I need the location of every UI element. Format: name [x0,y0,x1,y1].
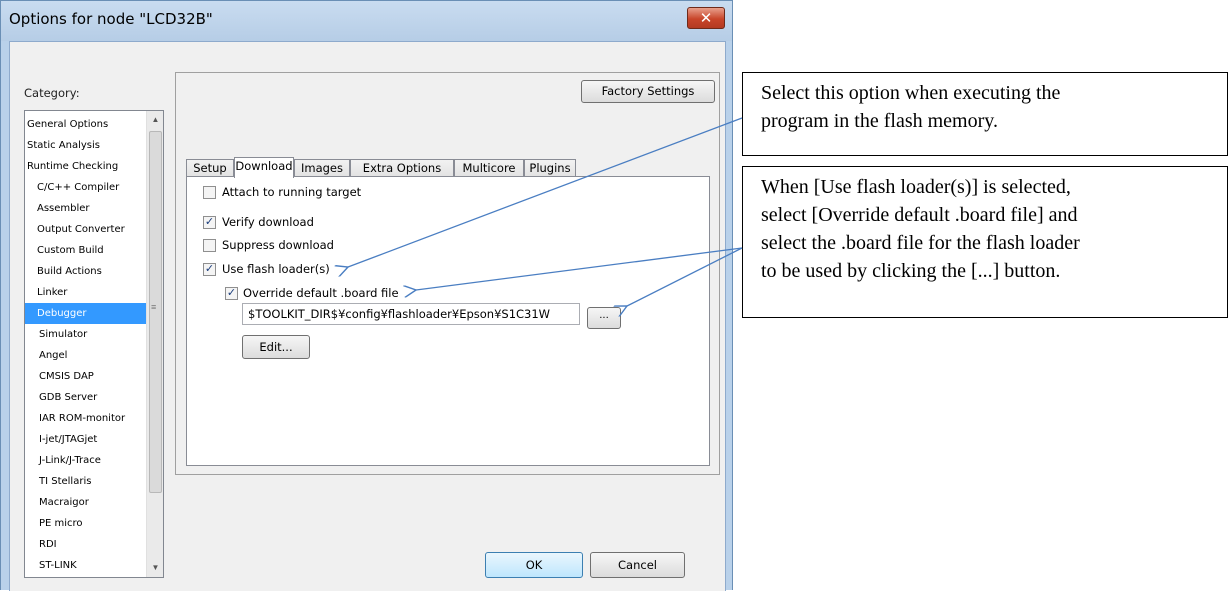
tab-download[interactable]: Download [234,157,294,178]
suppress-checkbox[interactable] [203,239,216,252]
category-item-debugger[interactable]: Debugger [25,303,146,324]
scroll-down-icon[interactable]: ▼ [147,559,163,576]
category-item-st-link[interactable]: ST-LINK [25,555,146,576]
category-item-gdb-server[interactable]: GDB Server [25,387,146,408]
checkmark-icon: ✓ [204,263,215,275]
tab-images[interactable]: Images [294,159,350,177]
attach-label[interactable]: Attach to running target [222,185,361,199]
tab-plugins[interactable]: Plugins [524,159,576,177]
category-item-ti-stellaris[interactable]: TI Stellaris [25,471,146,492]
category-item-rdi[interactable]: RDI [25,534,146,555]
checkmark-icon: ✓ [226,287,237,299]
category-item-general-options[interactable]: General Options [25,114,146,135]
callout-line: Select this option when executing the [761,82,1061,104]
callout-line: program in the flash memory. [761,110,998,132]
category-item-cmsis-dap[interactable]: CMSIS DAP [25,366,146,387]
category-item-build-actions[interactable]: Build Actions [25,261,146,282]
category-item-linker[interactable]: Linker [25,282,146,303]
cancel-button[interactable]: Cancel [590,552,685,578]
category-item-pe-micro[interactable]: PE micro [25,513,146,534]
category-scrollbar[interactable]: ▲ ≡ ▼ [146,111,163,577]
tab-extra-options[interactable]: Extra Options [350,159,454,177]
verify-checkbox[interactable]: ✓ [203,216,216,229]
category-item-output-converter[interactable]: Output Converter [25,219,146,240]
category-item-iar-rom-monitor[interactable]: IAR ROM-monitor [25,408,146,429]
checkmark-icon: ✓ [204,216,215,228]
override-board-checkbox[interactable]: ✓ [225,287,238,300]
category-item-macraigor[interactable]: Macraigor [25,492,146,513]
callout-line: to be used by clicking the [...] button. [761,260,1061,282]
category-item-assembler[interactable]: Assembler [25,198,146,219]
category-item-cpp-compiler[interactable]: C/C++ Compiler [25,177,146,198]
category-item-ijet-jtagjet[interactable]: I-jet/JTAGjet [25,429,146,450]
category-item-jlink-jtrace[interactable]: J-Link/J-Trace [25,450,146,471]
category-item-angel[interactable]: Angel [25,345,146,366]
tab-multicore[interactable]: Multicore [454,159,524,177]
title-bar[interactable]: Options for node "LCD32B" ✕ [1,1,732,41]
browse-button[interactable]: ... [587,307,621,329]
category-list[interactable]: General Options Static Analysis Runtime … [24,110,164,578]
dialog-title: Options for node "LCD32B" [9,10,213,28]
callout-line: select [Override default .board file] an… [761,204,1078,226]
callout-line: When [Use flash loader(s)] is selected, [761,176,1071,198]
use-flash-loader-checkbox[interactable]: ✓ [203,263,216,276]
factory-settings-button[interactable]: Factory Settings [581,80,715,103]
attach-checkbox[interactable] [203,186,216,199]
category-item-static-analysis[interactable]: Static Analysis [25,135,146,156]
scroll-up-icon[interactable]: ▲ [147,111,163,128]
category-item-runtime-checking[interactable]: Runtime Checking [25,156,146,177]
category-item-custom-build[interactable]: Custom Build [25,240,146,261]
verify-label[interactable]: Verify download [222,215,314,229]
tab-setup[interactable]: Setup [186,159,234,177]
category-label: Category: [24,86,80,100]
category-item-simulator[interactable]: Simulator [25,324,146,345]
callout-line: select the .board file for the flash loa… [761,232,1080,254]
edit-button[interactable]: Edit... [242,335,310,359]
close-button[interactable]: ✕ [687,7,725,29]
callout-flash-memory: Select this option when executing the pr… [742,72,1228,156]
grip-icon: ≡ [151,302,157,312]
override-board-label[interactable]: Override default .board file [243,286,399,300]
suppress-label[interactable]: Suppress download [222,238,334,252]
use-flash-loader-label[interactable]: Use flash loader(s) [222,262,330,276]
ok-button[interactable]: OK [485,552,583,578]
board-file-path-input[interactable]: $TOOLKIT_DIR$¥config¥flashloader¥Epson¥S… [242,303,580,325]
scroll-thumb[interactable] [149,131,162,493]
callout-board-file: When [Use flash loader(s)] is selected, … [742,166,1228,318]
